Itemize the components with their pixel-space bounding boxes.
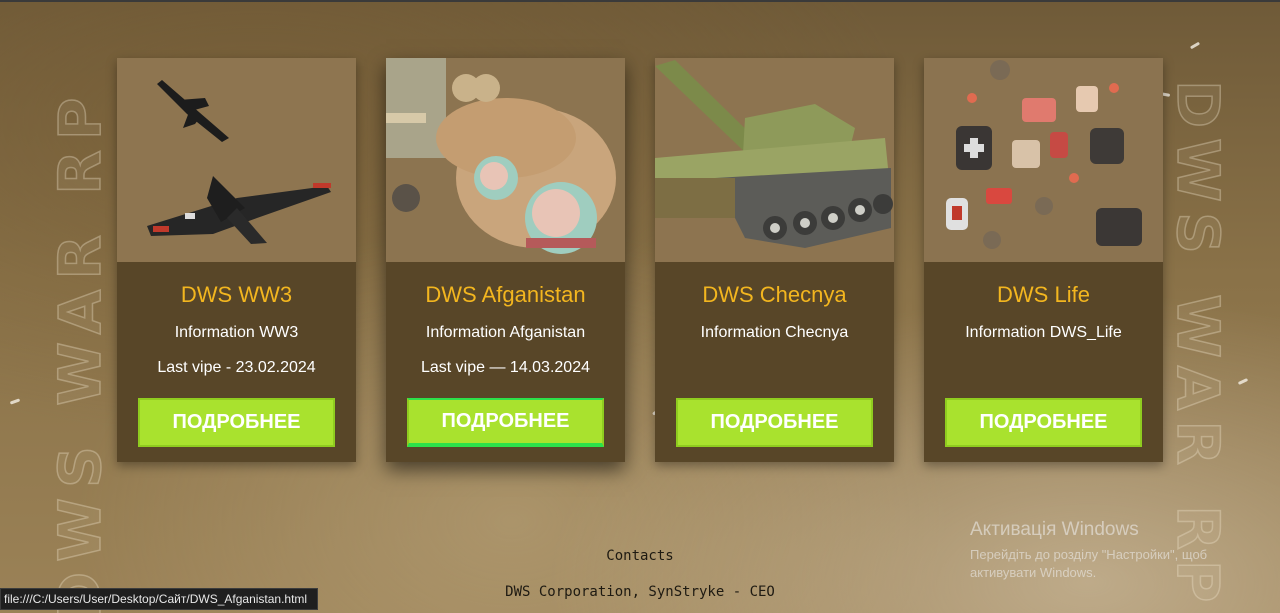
browser-status-url: file:///C:/Users/User/Desktop/Сайт/DWS_A… (0, 588, 318, 610)
tank-illustration (655, 58, 894, 262)
dust-flake (1237, 378, 1249, 385)
card-ww3: DWS WW3 Information WW3 Last vipe - 23.0… (117, 58, 356, 462)
card-info: Information Afganistan (425, 324, 586, 341)
jets-illustration (117, 58, 356, 262)
card-checnya: DWS Checnya Information Checnya ПОДРОБНЕ… (655, 58, 894, 462)
card-wipe-date: Last vipe — 14.03.2024 (420, 359, 590, 376)
activation-line2: активувати Windows. (970, 565, 1097, 580)
details-button-afganistan[interactable]: ПОДРОБНЕЕ (407, 398, 604, 447)
card-title: DWS Checnya (702, 282, 847, 307)
dust-flake (9, 398, 21, 405)
card-info: Information WW3 (174, 324, 299, 341)
server-cards: DWS WW3 Information WW3 Last vipe - 23.0… (117, 58, 1163, 462)
details-button-ww3[interactable]: ПОДРОБНЕЕ (138, 398, 335, 447)
dust-flake (1189, 41, 1201, 50)
watermark-left: DWS WAR RP (45, 87, 115, 613)
card-afganistan: DWS Afganistan Information Afganistan La… (386, 58, 625, 462)
windows-activation-watermark: Активація Windows Перейдіть до розділу "… (970, 519, 1207, 582)
card-info: Information Checnya (700, 324, 849, 341)
card-title: DWS WW3 (180, 282, 293, 307)
card-life: DWS Life Information DWS_Life ПОДРОБНЕЕ (924, 58, 1163, 462)
activation-line1: Перейдіть до розділу "Настройки", щоб (970, 547, 1208, 562)
card-title: DWS Afganistan (425, 282, 586, 307)
card-info: Information DWS_Life (965, 324, 1122, 341)
card-title: DWS Life (997, 282, 1090, 307)
details-button-checnya[interactable]: ПОДРОБНЕЕ (676, 398, 873, 447)
card-wipe-date: Last vipe - 23.02.2024 (157, 359, 316, 376)
helicopter-illustration (386, 58, 625, 262)
activation-title: Активація Windows (970, 519, 1139, 540)
medkits-illustration (924, 58, 1163, 262)
top-border (0, 0, 1280, 2)
details-button-life[interactable]: ПОДРОБНЕЕ (945, 398, 1142, 447)
